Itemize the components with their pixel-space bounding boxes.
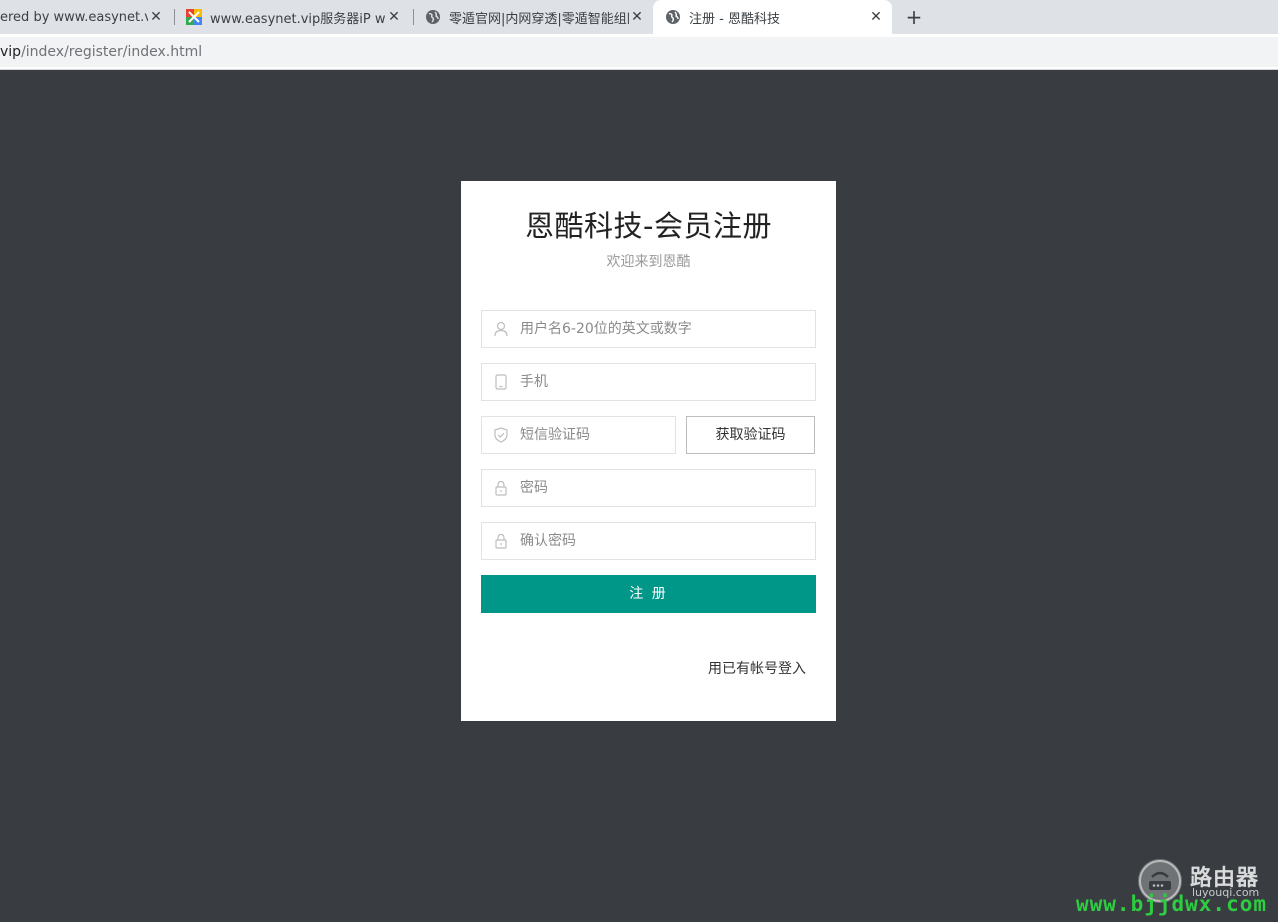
watermark-site-url: www.bjjdwx.com bbox=[1076, 892, 1268, 916]
tab-title: 注册 - 恩酷科技 bbox=[689, 11, 780, 27]
close-icon[interactable]: ✕ bbox=[148, 9, 164, 25]
user-icon bbox=[494, 321, 508, 337]
lock-icon bbox=[495, 480, 507, 496]
register-card: 恩酷科技-会员注册 欢迎来到恩酷 获取验证码 bbox=[461, 181, 836, 721]
sms-code-input[interactable] bbox=[520, 417, 675, 453]
username-field bbox=[481, 310, 816, 348]
tab-title: 零遁官网|内网穿透|零遁智能组网 bbox=[449, 11, 629, 27]
page-subtitle: 欢迎来到恩酷 bbox=[606, 254, 691, 270]
tab-separator bbox=[413, 9, 414, 25]
new-tab-button[interactable]: + bbox=[903, 6, 925, 28]
tab-register-active[interactable]: 注册 - 恩酷科技 ✕ bbox=[653, 0, 892, 34]
tab-separator bbox=[174, 9, 175, 25]
tab-easynet-powered[interactable]: ered by www.easynet.vip_ ✕ bbox=[0, 0, 170, 34]
url-host: vip bbox=[0, 44, 22, 60]
colorful-grid-icon bbox=[186, 9, 202, 25]
tab-easynet-server[interactable]: www.easynet.vip服务器iP www. ✕ bbox=[178, 0, 410, 34]
password-input[interactable] bbox=[520, 470, 815, 506]
confirm-password-field bbox=[481, 522, 816, 560]
lock-icon bbox=[495, 533, 507, 549]
globe-icon bbox=[426, 10, 440, 24]
page-title: 恩酷科技-会员注册 bbox=[525, 209, 772, 243]
register-submit-button[interactable]: 注 册 bbox=[481, 575, 816, 613]
close-icon[interactable]: ✕ bbox=[868, 9, 884, 25]
close-icon[interactable]: ✕ bbox=[629, 9, 645, 25]
tab-title: ered by www.easynet.vip_ bbox=[0, 9, 148, 25]
close-icon[interactable]: ✕ bbox=[386, 9, 402, 25]
password-field bbox=[481, 469, 816, 507]
browser-tab-bar: ered by www.easynet.vip_ ✕ www.easynet.v… bbox=[0, 0, 1278, 34]
sms-code-field bbox=[481, 416, 676, 454]
phone-input[interactable] bbox=[520, 364, 815, 400]
globe-icon bbox=[666, 10, 680, 24]
tab-title: www.easynet.vip服务器iP www. bbox=[210, 11, 386, 27]
address-bar[interactable]: vip/index/register/index.html bbox=[0, 37, 1278, 67]
phone-field bbox=[481, 363, 816, 401]
browser-toolbar: vip/index/register/index.html bbox=[0, 34, 1278, 70]
tab-lingdun[interactable]: 零遁官网|内网穿透|零遁智能组网 ✕ bbox=[417, 0, 653, 34]
url-path: /index/register/index.html bbox=[21, 44, 203, 60]
get-code-button[interactable]: 获取验证码 bbox=[686, 416, 815, 454]
confirm-password-input[interactable] bbox=[520, 523, 815, 559]
username-input[interactable] bbox=[520, 311, 815, 347]
phone-icon bbox=[495, 374, 507, 390]
login-existing-account-link[interactable]: 用已有帐号登入 bbox=[708, 658, 806, 678]
shield-check-icon bbox=[494, 427, 508, 443]
